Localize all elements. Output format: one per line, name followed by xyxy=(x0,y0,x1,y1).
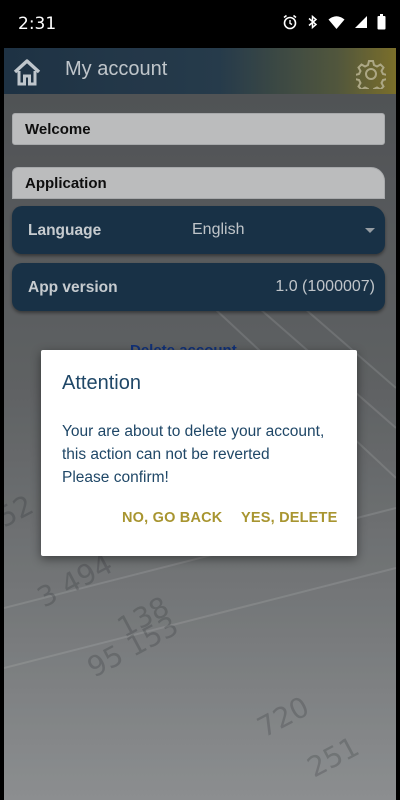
battery-icon xyxy=(377,14,386,30)
confirm-dialog: Attention Your are about to delete your … xyxy=(41,350,357,556)
dialog-line: this action can not be reverted xyxy=(62,446,270,463)
app-screen: 52 3 494 138 95 153 720 251 My account W… xyxy=(4,48,396,800)
dialog-line: Please confirm! xyxy=(62,469,169,486)
status-bar: 2:31 xyxy=(0,0,400,48)
cancel-button[interactable]: NO, GO BACK xyxy=(122,510,222,526)
wifi-icon xyxy=(328,15,345,29)
status-icons xyxy=(282,14,386,30)
dialog-title: Attention xyxy=(62,372,141,394)
signal-icon xyxy=(355,16,367,28)
status-time: 2:31 xyxy=(18,14,57,34)
dialog-line: Your are about to delete your account, xyxy=(62,423,325,440)
confirm-delete-button[interactable]: YES, DELETE xyxy=(241,510,337,526)
alarm-icon xyxy=(283,14,297,30)
dialog-message: Your are about to delete your account, t… xyxy=(62,420,347,489)
bluetooth-icon xyxy=(308,14,318,30)
